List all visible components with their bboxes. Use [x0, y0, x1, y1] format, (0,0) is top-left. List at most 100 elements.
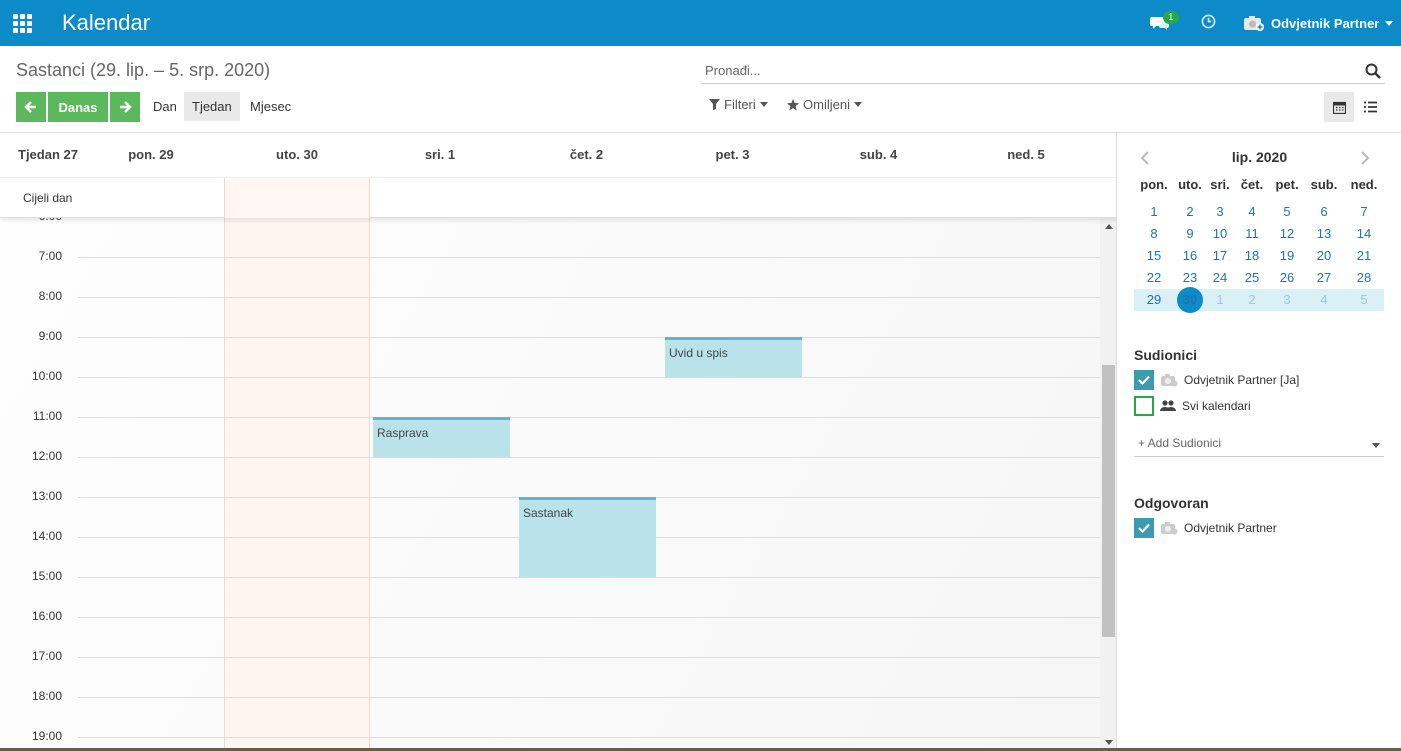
mini-calendar: pon. uto. sri. čet. pet. sub. ned. 12345…: [1134, 177, 1384, 313]
mini-calendar-day[interactable]: 16: [1174, 245, 1206, 267]
hour-gridline: [78, 657, 1100, 658]
mini-calendar-week: 8 9 10 11 12 13 14: [1134, 223, 1384, 245]
mini-calendar-day[interactable]: 19: [1270, 245, 1304, 267]
mini-calendar-day[interactable]: 9: [1174, 223, 1206, 245]
list-view-switch[interactable]: [1355, 92, 1385, 122]
attendee-filter-row[interactable]: Svi kalendari: [1134, 396, 1251, 416]
mini-calendar-day[interactable]: 8: [1134, 223, 1174, 245]
checkbox-checked[interactable]: [1134, 518, 1154, 538]
mini-calendar-day[interactable]: 1: [1134, 201, 1174, 223]
attendee-filter-row[interactable]: Odvjetnik Partner [Ja]: [1134, 370, 1299, 390]
mini-calendar-title: lip. 2020: [1231, 149, 1288, 165]
today-button[interactable]: Danas: [48, 92, 108, 122]
user-name: Odvjetnik Partner: [1271, 15, 1380, 31]
user-menu[interactable]: Odvjetnik Partner: [1243, 12, 1394, 34]
mini-calendar-day[interactable]: 7: [1344, 201, 1384, 223]
vertical-scrollbar[interactable]: [1100, 218, 1116, 751]
mini-calendar-week: 15 16 17 18 19 20 21: [1134, 245, 1384, 267]
add-attendees-dropdown[interactable]: + Add Sudionici: [1134, 433, 1384, 457]
mini-calendar-day[interactable]: 5: [1344, 289, 1384, 311]
mini-calendar-day[interactable]: 29: [1134, 289, 1174, 311]
mini-calendar-day[interactable]: 14: [1344, 223, 1384, 245]
day-header[interactable]: sub. 4: [807, 147, 950, 162]
day-header[interactable]: sri. 1: [370, 147, 510, 162]
mini-calendar-day[interactable]: 6: [1304, 201, 1344, 223]
mini-calendar-day[interactable]: 15: [1134, 245, 1174, 267]
hour-gridline: [78, 457, 1100, 458]
mini-calendar-today[interactable]: 30: [1174, 287, 1206, 313]
mini-calendar-day[interactable]: 23: [1174, 267, 1206, 289]
mini-calendar-day[interactable]: 4: [1234, 201, 1270, 223]
mini-calendar-day[interactable]: 1: [1206, 289, 1234, 311]
mini-calendar-day[interactable]: 3: [1206, 201, 1234, 223]
mini-calendar-day[interactable]: 2: [1234, 289, 1270, 311]
view-month-button[interactable]: Mjesec: [242, 92, 299, 121]
day-header[interactable]: čet. 2: [515, 147, 658, 162]
view-week-button[interactable]: Tjedan: [184, 92, 240, 121]
calendar-view-switch[interactable]: [1324, 92, 1354, 122]
all-day-row[interactable]: Cijeli dan: [0, 178, 1116, 218]
hour-label: 15:00: [31, 569, 62, 583]
apps-menu-icon[interactable]: [13, 14, 33, 33]
search-bar: [701, 60, 1385, 84]
mini-calendar-day[interactable]: 27: [1304, 267, 1344, 289]
weekday-label: sri.: [1210, 177, 1230, 192]
hour-gridline: [78, 577, 1100, 578]
hour-gridline: [78, 697, 1100, 698]
checkbox-checked[interactable]: [1134, 370, 1154, 390]
clock-icon[interactable]: [1201, 14, 1216, 29]
view-day-button[interactable]: Dan: [145, 92, 185, 121]
mini-calendar-day[interactable]: 24: [1206, 267, 1234, 289]
weekday-label: uto.: [1178, 177, 1202, 192]
avatar-camera-icon: [1244, 16, 1264, 31]
checkbox-unchecked[interactable]: [1134, 396, 1154, 416]
mini-calendar-day[interactable]: 21: [1344, 245, 1384, 267]
mini-calendar-day[interactable]: 18: [1234, 245, 1270, 267]
hour-label: 13:00: [31, 489, 62, 503]
mini-calendar-day[interactable]: 11: [1234, 223, 1270, 245]
hour-label: 9:00: [38, 329, 62, 343]
mini-calendar-day[interactable]: 22: [1134, 267, 1174, 289]
mini-calendar-day[interactable]: 3: [1270, 289, 1304, 311]
day-header[interactable]: pet. 3: [661, 147, 804, 162]
mini-calendar-day[interactable]: 2: [1174, 201, 1206, 223]
time-grid[interactable]: 6:007:008:009:0010:0011:0012:0013:0014:0…: [0, 209, 1100, 751]
scroll-down-arrow-icon[interactable]: [1105, 740, 1113, 745]
mini-calendar-day[interactable]: 12: [1270, 223, 1304, 245]
avatar-camera-icon: [1161, 522, 1178, 535]
mini-calendar-day[interactable]: 4: [1304, 289, 1344, 311]
weekday-label: ned.: [1350, 177, 1378, 192]
next-button[interactable]: [110, 92, 140, 122]
calendar-event[interactable]: Uvid u spis: [665, 337, 802, 377]
calendar-sidebar: lip. 2020 pon. uto. sri. čet. pet. sub. …: [1118, 133, 1401, 751]
mini-calendar-day[interactable]: 26: [1270, 267, 1304, 289]
chevron-right-icon[interactable]: [1360, 151, 1370, 165]
scroll-up-arrow-icon[interactable]: [1105, 224, 1113, 229]
scroll-thumb[interactable]: [1102, 365, 1115, 637]
app-title: Kalendar: [62, 10, 151, 35]
mini-calendar-day[interactable]: 20: [1304, 245, 1344, 267]
mini-calendar-day[interactable]: 17: [1206, 245, 1234, 267]
search-input[interactable]: [705, 63, 1345, 78]
day-header[interactable]: ned. 5: [953, 147, 1099, 162]
previous-button[interactable]: [16, 92, 46, 122]
mini-calendar-day[interactable]: 13: [1304, 223, 1344, 245]
mini-calendar-day[interactable]: 5: [1270, 201, 1304, 223]
calendar-event[interactable]: Sastanak: [519, 497, 656, 577]
hour-label: 16:00: [31, 609, 62, 623]
mini-calendar-day[interactable]: 25: [1234, 267, 1270, 289]
search-icon[interactable]: [1365, 63, 1381, 79]
responsible-filter-row[interactable]: Odvjetnik Partner: [1134, 518, 1277, 538]
mini-calendar-day[interactable]: 10: [1206, 223, 1234, 245]
favorites-dropdown[interactable]: Omiljeni: [787, 97, 862, 112]
calendar-header-row: Tjedan 27 pon. 29 uto. 30 sri. 1 čet. 2 …: [0, 133, 1116, 178]
chevron-left-icon[interactable]: [1140, 151, 1150, 165]
hour-label: 17:00: [31, 649, 62, 663]
calendar-event[interactable]: Rasprava: [373, 417, 510, 457]
filters-dropdown[interactable]: Filteri: [709, 97, 768, 112]
day-header[interactable]: uto. 30: [224, 147, 370, 162]
hour-gridline: [78, 617, 1100, 618]
day-header[interactable]: pon. 29: [78, 147, 224, 162]
week-calendar: Tjedan 27 pon. 29 uto. 30 sri. 1 čet. 2 …: [0, 133, 1117, 751]
mini-calendar-day[interactable]: 28: [1344, 267, 1384, 289]
